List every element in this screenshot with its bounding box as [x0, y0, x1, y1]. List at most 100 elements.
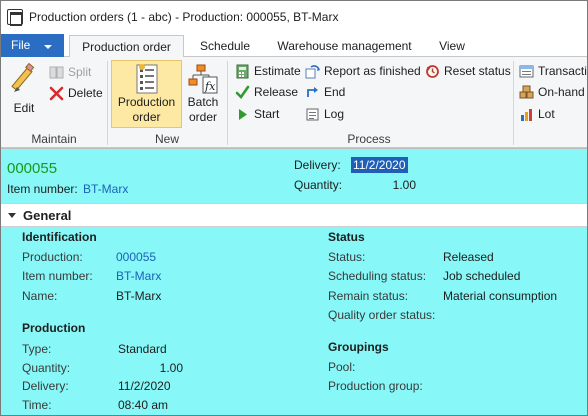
- estimate-button[interactable]: Estimate: [235, 61, 301, 81]
- group-label-new: New: [154, 132, 179, 146]
- report-finished-icon: [305, 64, 320, 79]
- tab-warehouse-management[interactable]: Warehouse management: [267, 35, 422, 58]
- header-quantity-value: 1.00: [392, 178, 416, 192]
- production-time-value: 08:40 am: [118, 398, 169, 412]
- new-production-order-label-line2: order: [132, 110, 161, 124]
- production-type-label: Type:: [22, 342, 52, 356]
- general-fasttab-header[interactable]: General: [1, 203, 587, 227]
- lot-button-label: Lot: [538, 107, 555, 121]
- production-delivery-label: Delivery:: [22, 379, 69, 393]
- remain-status-value: Material consumption: [443, 289, 558, 303]
- scheduling-status-label: Scheduling status:: [328, 269, 427, 283]
- production-time-label: Time:: [22, 398, 52, 412]
- split-button[interactable]: Split: [49, 62, 91, 82]
- release-button[interactable]: Release: [235, 82, 298, 102]
- header-item-number-label: Item number:: [7, 182, 78, 196]
- checkmark-icon: [235, 85, 250, 100]
- identification-name-label: Name:: [22, 289, 58, 303]
- identification-section-title: Identification: [22, 230, 97, 244]
- split-button-label: Split: [68, 65, 92, 79]
- chevron-down-icon: [44, 45, 52, 49]
- order-header: 000055 Item number: BT-Marx Delivery: 11…: [1, 148, 587, 203]
- groupings-section-title: Groupings: [328, 340, 389, 354]
- report-as-finished-button-label: Report as finished: [324, 64, 421, 78]
- reset-status-button[interactable]: Reset status: [425, 61, 511, 81]
- app-icon: [7, 9, 23, 26]
- new-production-order-label-line1: Production: [117, 95, 176, 109]
- window-title: Production orders (1 - abc) - Production…: [29, 10, 339, 24]
- transactions-icon: [519, 64, 534, 79]
- end-arrows-icon: [305, 85, 320, 100]
- header-delivery-label: Delivery:: [294, 158, 341, 172]
- production-quantity-label: Quantity:: [22, 361, 71, 375]
- general-fasttab-title: General: [23, 208, 72, 223]
- batch-hierarchy-icon: fx: [188, 64, 218, 94]
- transactions-button[interactable]: Transactio: [519, 61, 587, 81]
- production-delivery-value: 11/2/2020: [118, 379, 171, 393]
- status-value: Released: [443, 250, 494, 264]
- ribbon-tab-row: File Production order Schedule Warehouse…: [1, 33, 587, 58]
- start-button-label: Start: [254, 107, 280, 121]
- edit-button-label: Edit: [13, 101, 35, 115]
- status-label: Status:: [328, 250, 366, 264]
- batch-order-label-line1: Batch: [187, 95, 219, 109]
- batch-order-button[interactable]: fx Batch order: [183, 61, 223, 127]
- boxes-icon: [519, 85, 534, 100]
- start-button[interactable]: Start: [235, 104, 279, 124]
- play-icon: [235, 107, 250, 122]
- batch-order-label-line2: order: [188, 110, 217, 124]
- delete-button[interactable]: Delete: [49, 83, 103, 103]
- on-hand-button-label: On-hand: [538, 85, 585, 99]
- end-button[interactable]: End: [305, 82, 345, 102]
- estimate-button-label: Estimate: [254, 64, 301, 78]
- production-section-title: Production: [22, 321, 86, 335]
- quality-order-status-label: Quality order status:: [328, 308, 436, 322]
- tab-schedule[interactable]: Schedule: [189, 35, 261, 58]
- delete-button-label: Delete: [68, 86, 103, 100]
- calculator-icon: [235, 64, 250, 79]
- production-type-value: Standard: [118, 342, 167, 356]
- lot-chart-icon: [519, 107, 534, 122]
- tab-view[interactable]: View: [429, 35, 475, 58]
- identification-item-number-label: Item number:: [22, 269, 93, 283]
- delete-x-icon: [49, 86, 64, 101]
- group-label-process: Process: [347, 132, 391, 146]
- header-delivery-field[interactable]: 11/2/2020: [351, 157, 408, 173]
- file-tab-label: File: [11, 38, 31, 52]
- group-separator: [513, 61, 514, 145]
- release-button-label: Release: [254, 85, 299, 99]
- title-bar: Production orders (1 - abc) - Production…: [1, 1, 587, 33]
- split-icon: [49, 65, 64, 80]
- reset-status-icon: [425, 64, 440, 79]
- header-item-number-link[interactable]: BT-Marx: [83, 182, 128, 196]
- log-button[interactable]: Log: [305, 104, 344, 124]
- production-quantity-value: 1.00: [159, 361, 183, 375]
- transactions-button-label: Transactio: [538, 64, 587, 78]
- file-tab[interactable]: File: [1, 34, 64, 57]
- header-quantity-label: Quantity:: [294, 178, 343, 192]
- log-button-label: Log: [324, 107, 345, 121]
- document-list-icon: [136, 64, 157, 94]
- header-production-id: 000055: [7, 160, 58, 177]
- reset-status-button-label: Reset status: [444, 64, 511, 78]
- general-fasttab-body: Identification Production: 000055 Item n…: [1, 227, 587, 415]
- on-hand-button[interactable]: On-hand: [519, 82, 585, 102]
- log-icon: [305, 107, 320, 122]
- group-label-maintain: Maintain: [31, 132, 77, 146]
- pool-label: Pool:: [328, 360, 356, 374]
- production-orders-window: Production orders (1 - abc) - Production…: [0, 0, 588, 416]
- identification-item-number-link[interactable]: BT-Marx: [116, 269, 161, 283]
- svg-text:fx: fx: [204, 80, 216, 93]
- identification-production-label: Production:: [22, 250, 83, 264]
- report-as-finished-button[interactable]: Report as finished: [305, 61, 421, 81]
- pencil-icon: [11, 63, 35, 92]
- edit-button[interactable]: Edit: [5, 61, 43, 127]
- end-button-label: End: [324, 85, 346, 99]
- collapse-triangle-icon: [8, 213, 16, 218]
- identification-production-link[interactable]: 000055: [116, 250, 156, 264]
- scheduling-status-value: Job scheduled: [443, 269, 521, 283]
- tab-production-order[interactable]: Production order: [69, 35, 184, 58]
- new-production-order-button[interactable]: Production order: [112, 61, 181, 127]
- lot-button[interactable]: Lot: [519, 104, 555, 124]
- status-section-title: Status: [328, 230, 365, 244]
